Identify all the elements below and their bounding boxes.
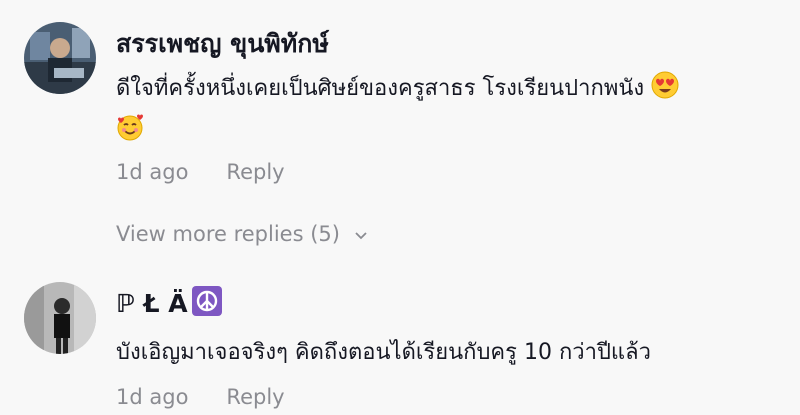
comment-meta: 1d ago Reply: [116, 160, 285, 184]
comment-time: 1d ago: [116, 385, 189, 409]
reply-button[interactable]: Reply: [226, 160, 284, 184]
comment-time: 1d ago: [116, 160, 189, 184]
username[interactable]: สรรเพชญ ขุนพิทักษ์: [116, 24, 329, 64]
comment-meta: 1d ago Reply: [116, 385, 285, 409]
username[interactable]: ℙ Ł Ä: [116, 286, 222, 318]
comment-text: บังเอิญมาเจอจริงๆ คิดถึงตอนได้เรียนกับคร…: [116, 340, 651, 365]
username-text: ℙ Ł Ä: [116, 289, 188, 318]
peace-symbol-emoji: [191, 286, 222, 316]
avatar[interactable]: [24, 282, 96, 354]
chevron-down-icon: [355, 232, 367, 240]
view-more-replies-label: View more replies (5): [116, 222, 340, 246]
comment-text: ดีใจที่ครั้งหนึ่งเคยเป็นศิษย์ของครูสาธร …: [116, 70, 776, 154]
heart-eyes-emoji: [651, 71, 679, 112]
view-more-replies-button[interactable]: View more replies (5): [116, 222, 369, 246]
avatar[interactable]: [24, 22, 96, 94]
smiling-face-with-hearts-emoji: [116, 113, 144, 154]
comment-text-content: ดีใจที่ครั้งหนึ่งเคยเป็นศิษย์ของครูสาธร …: [116, 76, 645, 101]
reply-button[interactable]: Reply: [226, 385, 284, 409]
